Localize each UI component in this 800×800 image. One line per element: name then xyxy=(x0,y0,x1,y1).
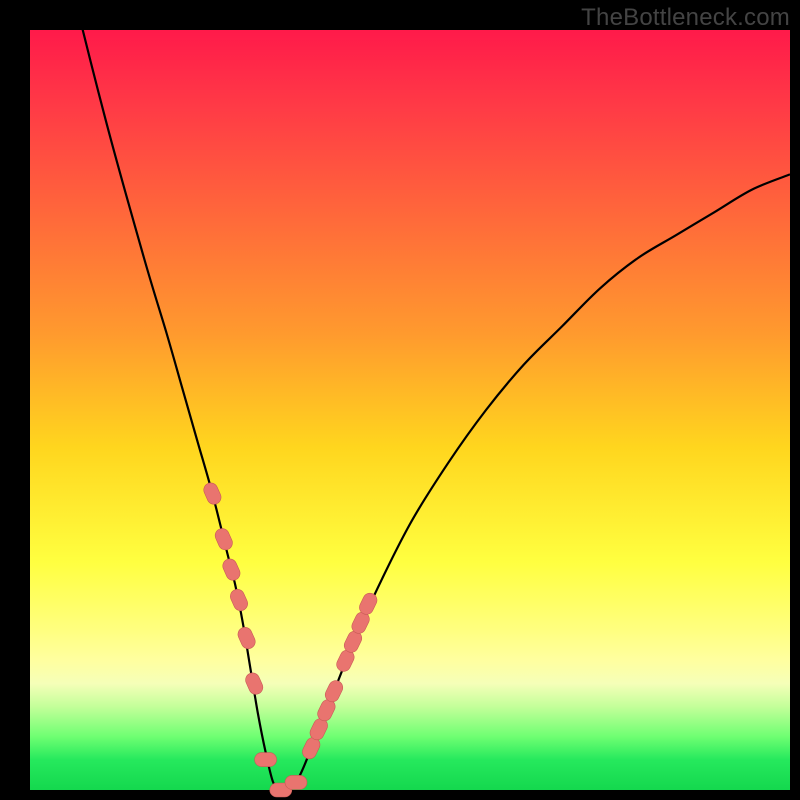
chart-overlay xyxy=(30,30,790,790)
curve-marker xyxy=(236,625,258,651)
curve-marker xyxy=(221,557,243,583)
curve-marker xyxy=(285,775,307,789)
curve-marker xyxy=(255,753,277,767)
outer-frame: TheBottleneck.com xyxy=(0,0,800,800)
curve-marker xyxy=(228,587,250,613)
curve-marker xyxy=(213,526,235,552)
bottleneck-curve xyxy=(30,0,790,791)
watermark-label: TheBottleneck.com xyxy=(581,4,790,32)
curve-markers xyxy=(202,481,380,797)
curve-marker xyxy=(243,671,265,697)
curve-marker xyxy=(202,481,224,507)
